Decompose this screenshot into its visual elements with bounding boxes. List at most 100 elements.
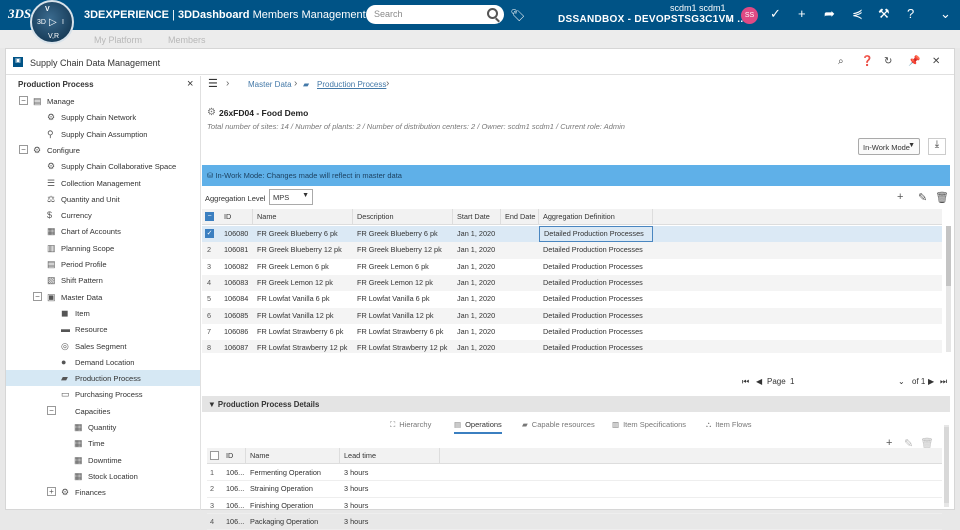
select-all-checkbox[interactable] xyxy=(210,451,219,460)
table-row[interactable]: 4 106... Packaging Operation 3 hours xyxy=(207,514,942,530)
table-row[interactable]: 5 106084 FR Lowfat Vanilla 6 pk FR Lowfat V… xyxy=(202,291,942,307)
sidebar-item[interactable]: ▦ Chart of Accounts xyxy=(6,223,200,239)
sidebar-item[interactable]: ▤ Period Profile xyxy=(6,256,200,272)
column-header[interactable]: ID xyxy=(220,209,253,225)
row-checkbox[interactable]: ✓ xyxy=(205,229,214,238)
table-cell[interactable]: Jan 1, 2020 xyxy=(453,324,501,340)
tab-members[interactable]: Members xyxy=(168,35,206,45)
sidebar-item[interactable]: ⚙ Supply Chain Network xyxy=(6,109,200,125)
sidebar-item[interactable]: $ Currency xyxy=(6,207,200,223)
select-all-checkbox[interactable]: − xyxy=(205,212,214,221)
sidebar-item[interactable]: ▭ Purchasing Process xyxy=(6,386,200,402)
table-cell[interactable]: Detailed Production Processes xyxy=(539,275,653,291)
grid-scrollbar[interactable] xyxy=(946,226,951,352)
table-cell[interactable]: FR Greek Blueberry 6 pk xyxy=(253,226,353,242)
edit-icon[interactable]: ✎ xyxy=(918,191,927,204)
table-cell[interactable]: 106... xyxy=(222,481,246,497)
prev-page-icon[interactable]: ◀ xyxy=(756,377,762,386)
table-cell[interactable]: 3 hours xyxy=(340,481,440,497)
table-cell[interactable]: Detailed Production Processes xyxy=(539,242,653,258)
refresh-icon[interactable]: ↻ xyxy=(884,56,892,67)
table-cell[interactable]: Fermenting Operation xyxy=(246,465,340,481)
tag-icon[interactable]: 🏷 xyxy=(510,8,525,22)
tab-capable-resources[interactable]: ▰ Capable resources xyxy=(522,420,595,429)
next-page-icon[interactable]: ▶ xyxy=(928,377,934,386)
collapse-icon[interactable]: ▼ xyxy=(208,400,218,409)
sidebar-item[interactable]: ▰ Production Process xyxy=(6,370,200,387)
table-cell[interactable]: FR Lowfat Strawberry 12 pk xyxy=(253,340,353,353)
table-cell[interactable]: FR Lowfat Vanilla 12 pk xyxy=(353,308,453,324)
add-icon[interactable]: + xyxy=(798,6,806,21)
tab-my-platform[interactable]: My Platform xyxy=(94,35,142,45)
details-scrollbar[interactable] xyxy=(944,425,949,507)
table-cell[interactable]: 106080 xyxy=(220,226,253,242)
delete-icon[interactable]: 🗑 xyxy=(935,191,949,204)
table-cell[interactable]: 106083 xyxy=(220,275,253,291)
column-header[interactable]: Description xyxy=(353,209,453,225)
menu-icon[interactable]: ☰ xyxy=(208,77,218,90)
page-input[interactable]: 1 xyxy=(790,377,794,386)
table-cell[interactable]: FR Lowfat Vanilla 6 pk xyxy=(253,291,353,307)
table-cell[interactable]: FR Lowfat Strawberry 12 pk xyxy=(353,340,453,353)
collapse-icon[interactable]: − xyxy=(47,405,56,415)
table-cell[interactable]: Finishing Operation xyxy=(246,498,340,514)
compass-icon[interactable]: V 3D ▷ I V,R xyxy=(30,0,74,44)
search-input[interactable]: Search xyxy=(366,5,504,24)
column-header[interactable]: End Date xyxy=(501,209,539,225)
table-cell[interactable]: 106084 xyxy=(220,291,253,307)
sidebar-item[interactable]: ⚖ Quantity and Unit xyxy=(6,191,200,207)
table-cell[interactable]: FR Greek Blueberry 12 pk xyxy=(353,242,453,258)
table-cell[interactable]: FR Lowfat Vanilla 6 pk xyxy=(353,291,453,307)
table-cell[interactable]: FR Greek Blueberry 12 pk xyxy=(253,242,353,258)
table-cell[interactable]: Detailed Production Processes xyxy=(539,259,653,275)
column-header[interactable]: Lead time xyxy=(340,448,440,464)
add-icon[interactable]: + xyxy=(897,191,903,203)
sidebar-item[interactable]: − Capacities xyxy=(6,403,200,419)
chevron-down-icon[interactable]: ⌄ xyxy=(898,377,905,386)
tools-icon[interactable]: ⚒ xyxy=(878,6,890,22)
compass-share-icon[interactable]: ✓ xyxy=(770,6,781,22)
column-header[interactable]: Name xyxy=(246,448,340,464)
table-cell[interactable] xyxy=(501,340,539,353)
collapse-icon[interactable]: − xyxy=(19,96,28,105)
table-cell[interactable] xyxy=(501,259,539,275)
table-row[interactable]: 8 106087 FR Lowfat Strawberry 12 pk FR Lowf… xyxy=(202,340,942,353)
sidebar-item[interactable]: ▬ Resource xyxy=(6,321,200,337)
table-row[interactable]: 3 106... Finishing Operation 3 hours xyxy=(207,498,942,514)
table-cell[interactable]: Jan 1, 2020 xyxy=(453,275,501,291)
search-icon[interactable]: ⌕ xyxy=(838,56,844,67)
search-icon[interactable] xyxy=(487,8,498,19)
table-cell[interactable]: Detailed Production Processes xyxy=(539,226,653,242)
sidebar-item[interactable]: ⚲ Supply Chain Assumption xyxy=(6,126,200,142)
sidebar-item[interactable]: ▦ Time xyxy=(6,435,200,451)
sidebar-item[interactable]: ⚙ Supply Chain Collaborative Space xyxy=(6,158,200,174)
table-cell[interactable]: 3 hours xyxy=(340,514,440,530)
table-row[interactable]: 2 106... Straining Operation 3 hours xyxy=(207,481,942,498)
close-icon[interactable]: ✕ xyxy=(932,56,940,67)
table-cell[interactable]: FR Greek Lemon 6 pk xyxy=(353,259,453,275)
table-row[interactable]: 7 106086 FR Lowfat Strawberry 6 pk FR Lowfa… xyxy=(202,324,942,340)
table-cell[interactable]: 106... xyxy=(222,498,246,514)
table-cell[interactable]: 106085 xyxy=(220,308,253,324)
sidebar-item[interactable]: ● Demand Location xyxy=(6,354,200,370)
table-cell[interactable]: FR Lowfat Strawberry 6 pk xyxy=(253,324,353,340)
last-page-icon[interactable]: ⏭ xyxy=(940,377,947,387)
expand-icon[interactable]: + xyxy=(47,487,56,497)
aggregation-select[interactable]: MPS ▼ xyxy=(269,189,313,205)
sidebar-item[interactable]: ☰ Collection Management xyxy=(6,175,200,191)
sidebar-item[interactable]: ▦ Downtime xyxy=(6,452,200,468)
table-cell[interactable]: Detailed Production Processes xyxy=(539,324,653,340)
breadcrumb-master-data[interactable]: Master Data xyxy=(248,80,292,89)
table-cell[interactable]: Detailed Production Processes xyxy=(539,340,653,353)
mode-select[interactable]: In-Work Mode ▼ xyxy=(858,138,920,155)
table-cell[interactable]: FR Greek Blueberry 6 pk xyxy=(353,226,453,242)
table-cell[interactable] xyxy=(501,308,539,324)
sidebar-item[interactable]: ◼ Item xyxy=(6,305,200,321)
pin-icon[interactable]: 📌 xyxy=(908,56,920,67)
tab-item-flows[interactable]: ⛬ Item Flows xyxy=(706,420,752,430)
table-cell[interactable]: Straining Operation xyxy=(246,481,340,497)
details-header[interactable]: ▼ Production Process Details xyxy=(202,396,950,412)
table-row[interactable]: 6 106085 FR Lowfat Vanilla 12 pk FR Lowfat … xyxy=(202,307,942,324)
download-icon[interactable]: ⤓ xyxy=(928,138,946,155)
table-cell[interactable]: Jan 1, 2020 xyxy=(453,226,501,242)
